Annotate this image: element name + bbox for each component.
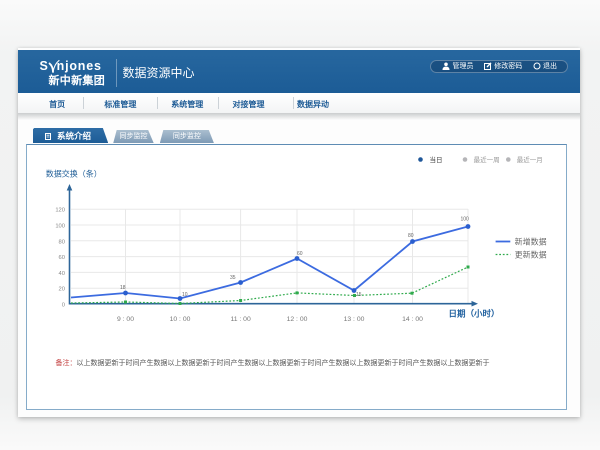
svg-text:18: 18 (120, 285, 126, 291)
svg-text:14 : 00: 14 : 00 (402, 316, 423, 323)
svg-text:10 : 00: 10 : 00 (170, 316, 191, 323)
svg-text:最近一周: 最近一周 (474, 155, 500, 164)
svg-text:11 : 00: 11 : 00 (230, 316, 251, 323)
svg-text:80: 80 (408, 233, 414, 239)
svg-text:0: 0 (62, 302, 65, 308)
svg-text:120: 120 (55, 207, 65, 213)
svg-text:日期（小时）: 日期（小时） (449, 308, 500, 318)
svg-text:新增数据: 新增数据 (515, 236, 547, 246)
svg-text:9 : 00: 9 : 00 (117, 316, 134, 323)
svg-text:更新数据: 更新数据 (515, 249, 547, 259)
svg-text:最近一月: 最近一月 (517, 155, 543, 164)
svg-text:10: 10 (182, 292, 188, 298)
svg-text:60: 60 (59, 255, 65, 261)
svg-text:数据交换（条）: 数据交换（条） (46, 168, 102, 178)
svg-text:20: 20 (59, 286, 65, 292)
svg-text:100: 100 (55, 223, 65, 229)
svg-text:40: 40 (59, 270, 65, 276)
svg-text:当日: 当日 (430, 155, 443, 164)
svg-text:12 : 00: 12 : 00 (287, 316, 308, 323)
svg-text:35: 35 (230, 275, 236, 281)
svg-text:100: 100 (461, 216, 470, 222)
svg-text:13 : 00: 13 : 00 (344, 316, 365, 323)
svg-text:80: 80 (59, 239, 65, 245)
svg-text:15: 15 (356, 292, 362, 298)
svg-text:60: 60 (297, 251, 303, 257)
